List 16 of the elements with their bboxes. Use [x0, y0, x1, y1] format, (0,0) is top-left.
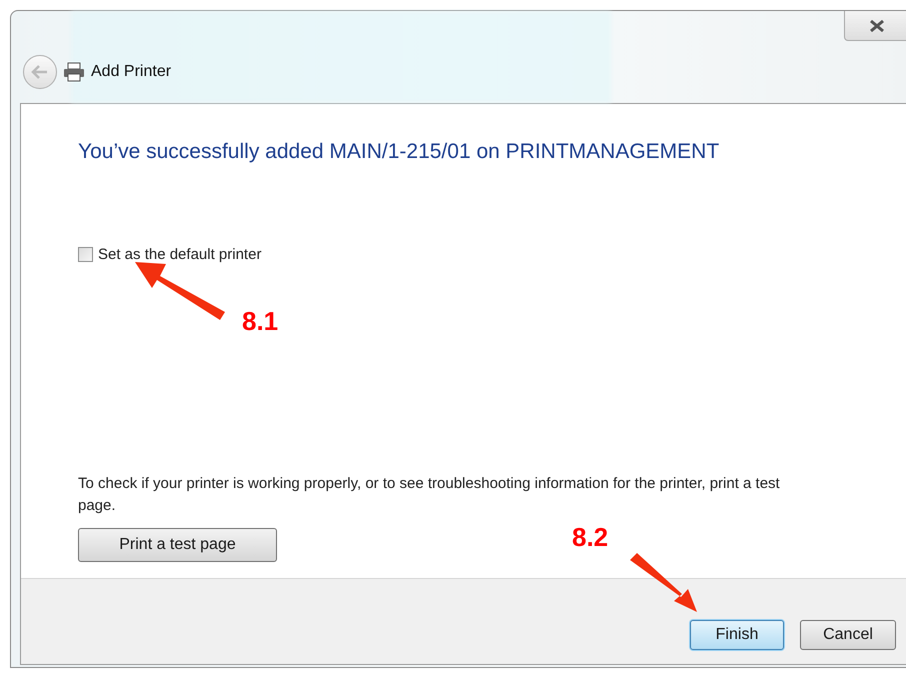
annotation-arrow	[630, 553, 697, 612]
close-button[interactable]	[844, 11, 906, 41]
print-test-page-button[interactable]: Print a test page	[78, 528, 277, 562]
close-icon	[869, 20, 885, 32]
success-heading: You’ve successfully added MAIN/1-215/01 on PRINTMANAGEMENT	[78, 139, 720, 165]
checkbox-label: Set as the default printer	[98, 244, 262, 264]
back-arrow-icon	[31, 65, 49, 79]
window-title: Add Printer	[91, 62, 172, 82]
finish-button[interactable]: Finish	[690, 620, 784, 650]
annotation-label: 8.1	[242, 308, 278, 334]
default-printer-checkbox[interactable]	[78, 247, 93, 262]
printer-icon	[63, 62, 85, 82]
annotation-label: 8.2	[572, 524, 608, 550]
back-button[interactable]	[23, 55, 57, 89]
cancel-button[interactable]: Cancel	[800, 620, 896, 650]
info-text: To check if your printer is working properly, or to see troubleshooting information for the printer, print a test page.	[78, 474, 781, 516]
